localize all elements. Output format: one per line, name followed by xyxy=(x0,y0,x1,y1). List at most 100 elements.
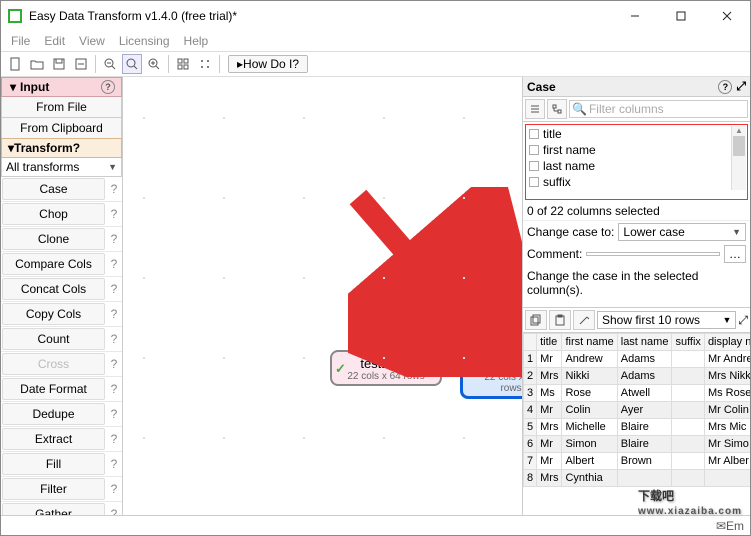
cell: 4 xyxy=(524,402,537,419)
filter-columns-input[interactable]: 🔍 Filter columns xyxy=(569,100,748,118)
comment-input[interactable] xyxy=(586,252,720,256)
transform-panel-header[interactable]: ▾ Transform ? xyxy=(1,138,122,158)
help-icon[interactable]: ? xyxy=(106,307,122,321)
all-transforms-dropdown[interactable]: All transforms ▼ xyxy=(2,158,121,176)
menu-licensing[interactable]: Licensing xyxy=(113,33,176,49)
help-icon[interactable]: ? xyxy=(106,232,122,246)
transform-item[interactable]: Dedupe? xyxy=(1,402,122,427)
help-icon[interactable]: ? xyxy=(106,382,122,396)
table-row[interactable]: 2MrsNikkiAdamsMrs Nikk xyxy=(524,368,751,385)
column-header[interactable] xyxy=(524,334,537,351)
checkbox[interactable] xyxy=(529,161,539,171)
cell xyxy=(672,453,704,470)
cell xyxy=(672,470,704,487)
checkbox[interactable] xyxy=(529,145,539,155)
help-icon[interactable]: ? xyxy=(106,207,122,221)
from-file-button[interactable]: From File xyxy=(1,97,122,118)
expand-icon[interactable]: ⤢ xyxy=(738,313,748,328)
transform-item[interactable]: Compare Cols? xyxy=(1,252,122,277)
help-icon[interactable]: ? xyxy=(106,482,122,496)
menu-file[interactable]: File xyxy=(5,33,36,49)
column-label: title xyxy=(543,127,562,141)
help-icon[interactable]: ? xyxy=(106,357,122,371)
column-item[interactable]: first name xyxy=(527,142,731,158)
column-header[interactable]: last name xyxy=(617,334,672,351)
table-row[interactable]: 3MsRoseAtwellMs Rose xyxy=(524,385,751,402)
input-panel-header[interactable]: ▾ Input ? xyxy=(1,77,122,97)
close-button[interactable] xyxy=(704,1,750,31)
transform-item[interactable]: Case? xyxy=(1,177,122,202)
node-csv[interactable]: test1.csv 22 cols x 64 rows xyxy=(330,350,442,386)
help-icon[interactable]: ? xyxy=(106,332,122,346)
cell: 3 xyxy=(524,385,537,402)
column-header[interactable]: display n xyxy=(704,334,750,351)
comment-more-button[interactable]: … xyxy=(724,245,746,263)
column-item[interactable]: title xyxy=(527,126,731,142)
transform-item[interactable]: Gather? xyxy=(1,502,122,515)
help-icon[interactable]: ? xyxy=(106,257,122,271)
help-icon[interactable]: ? xyxy=(718,80,732,94)
menu-view[interactable]: View xyxy=(73,33,111,49)
scrollbar[interactable]: ▲ xyxy=(731,126,746,190)
expand-icon[interactable]: ⤢ xyxy=(736,79,746,94)
grid-icon[interactable] xyxy=(173,54,193,74)
help-icon[interactable]: ? xyxy=(73,141,80,155)
table-row[interactable]: 5MrsMichelleBlaireMrs Mic xyxy=(524,419,751,436)
help-icon[interactable]: ? xyxy=(106,282,122,296)
change-case-label: Change case to: xyxy=(527,225,614,239)
save-icon[interactable] xyxy=(49,54,69,74)
table-row[interactable]: 4MrColinAyerMr Colin xyxy=(524,402,751,419)
snap-icon[interactable] xyxy=(195,54,215,74)
table-row[interactable]: 1MrAndrewAdamsMr Andre xyxy=(524,351,751,368)
open-folder-icon[interactable] xyxy=(27,54,47,74)
preview-grid[interactable]: titlefirst namelast namesuffixdisplay n1… xyxy=(523,333,750,515)
column-item[interactable]: last name xyxy=(527,158,731,174)
transform-item[interactable]: Clone? xyxy=(1,227,122,252)
transform-item[interactable]: Date Format? xyxy=(1,377,122,402)
table-row[interactable]: 6MrSimonBlaireMr Simo xyxy=(524,436,751,453)
copy-icon[interactable] xyxy=(525,310,547,330)
table-row[interactable]: 8MrsCynthia xyxy=(524,470,751,487)
show-rows-dropdown[interactable]: Show first 10 rows ▼ xyxy=(597,311,736,329)
transform-item[interactable]: Fill? xyxy=(1,452,122,477)
help-icon[interactable]: ? xyxy=(101,80,115,94)
minimize-button[interactable] xyxy=(612,1,658,31)
how-do-i-button[interactable]: ▸How Do I? xyxy=(228,55,308,73)
checkbox[interactable] xyxy=(529,129,539,139)
transform-description: Change the case in the selected column(s… xyxy=(523,265,750,301)
tree-view-icon[interactable] xyxy=(547,99,567,119)
canvas[interactable]: test1.csv 22 cols x 64 rows ✓ Case 22 co… xyxy=(123,77,522,515)
column-item[interactable]: suffix xyxy=(527,174,731,190)
transform-item[interactable]: Chop? xyxy=(1,202,122,227)
from-clipboard-button[interactable]: From Clipboard xyxy=(1,118,122,139)
zoom-in-icon[interactable] xyxy=(144,54,164,74)
zoom-fit-icon[interactable] xyxy=(122,54,142,74)
column-header[interactable]: title xyxy=(537,334,562,351)
transform-item[interactable]: Count? xyxy=(1,327,122,352)
change-case-dropdown[interactable]: Lower case ▼ xyxy=(618,223,746,241)
maximize-button[interactable] xyxy=(658,1,704,31)
transform-item[interactable]: Filter? xyxy=(1,477,122,502)
email-icon[interactable]: ✉ xyxy=(716,519,726,533)
menu-edit[interactable]: Edit xyxy=(38,33,71,49)
paste-icon[interactable] xyxy=(549,310,571,330)
menu-help[interactable]: Help xyxy=(178,33,215,49)
help-icon[interactable]: ? xyxy=(106,507,122,515)
new-file-icon[interactable] xyxy=(5,54,25,74)
list-view-icon[interactable] xyxy=(525,99,545,119)
help-icon[interactable]: ? xyxy=(106,407,122,421)
checkbox[interactable] xyxy=(529,177,539,187)
help-icon[interactable]: ? xyxy=(106,457,122,471)
edit-icon[interactable] xyxy=(573,310,595,330)
help-icon[interactable]: ? xyxy=(106,432,122,446)
help-icon[interactable]: ? xyxy=(106,182,122,196)
save-as-icon[interactable] xyxy=(71,54,91,74)
transform-item[interactable]: Copy Cols? xyxy=(1,302,122,327)
transform-item[interactable]: Cross? xyxy=(1,352,122,377)
transform-item[interactable]: Extract? xyxy=(1,427,122,452)
zoom-out-icon[interactable] xyxy=(100,54,120,74)
transform-item[interactable]: Concat Cols? xyxy=(1,277,122,302)
column-header[interactable]: first name xyxy=(562,334,617,351)
column-header[interactable]: suffix xyxy=(672,334,704,351)
table-row[interactable]: 7MrAlbertBrownMr Alber xyxy=(524,453,751,470)
